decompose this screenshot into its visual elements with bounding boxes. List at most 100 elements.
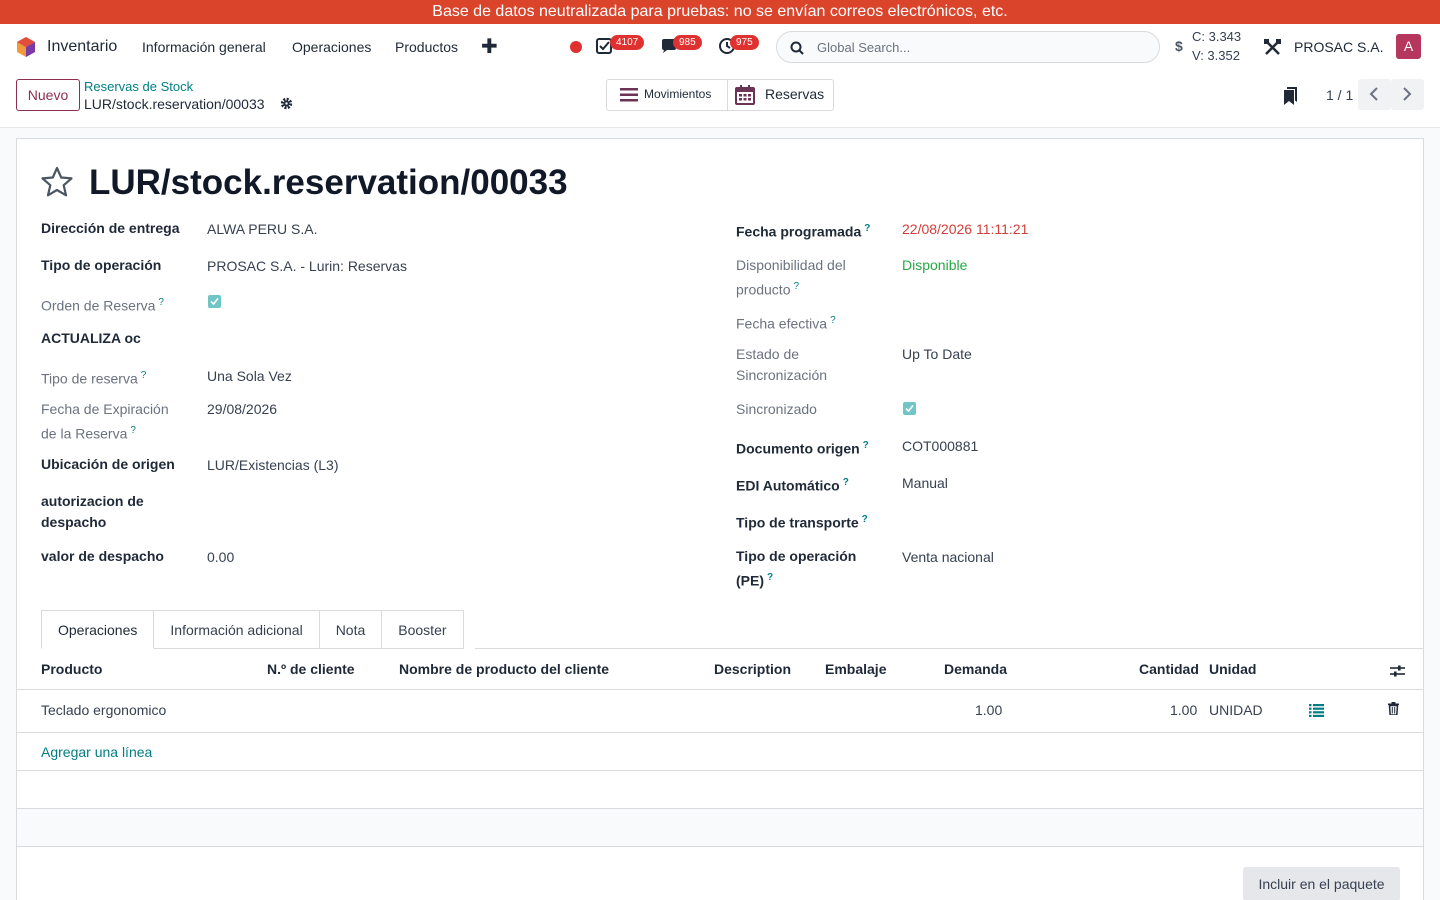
table-header-divider [17, 689, 1423, 690]
row-unit[interactable]: UNIDAD [1209, 702, 1263, 718]
value-direccion-entrega[interactable]: ALWA PERU S.A. [207, 219, 317, 240]
timer-count-badge: 975 [730, 35, 759, 50]
col-n-cliente[interactable]: N.º de cliente [267, 661, 355, 677]
breadcrumb-parent-link[interactable]: Reservas de Stock [84, 79, 193, 94]
help-tooltip-icon[interactable]: ? [830, 315, 836, 326]
row-divider [17, 732, 1423, 733]
add-line-link[interactable]: Agregar una línea [41, 744, 152, 760]
empty-table-row [17, 809, 1423, 847]
search-icon [790, 41, 804, 55]
help-tooltip-icon[interactable]: ? [141, 370, 147, 381]
help-tooltip-icon[interactable]: ? [158, 297, 164, 308]
label-tipo-reserva: Tipo de reserva? [41, 370, 147, 387]
tab-nota[interactable]: Nota [319, 610, 383, 649]
menu-operaciones[interactable]: Operaciones [292, 39, 371, 55]
col-nombre-producto-cliente[interactable]: Nombre de producto del cliente [399, 661, 609, 677]
movimientos-smart-button[interactable]: Movimientos [607, 80, 727, 110]
value-ubicacion-origen[interactable]: LUR/Existencias (L3) [207, 455, 339, 476]
delete-trash-icon[interactable] [1388, 702, 1399, 715]
label-actualiza-oc: ACTUALIZA oc [41, 330, 141, 346]
quick-create-plus-icon[interactable]: ✚ [481, 34, 498, 59]
label-estado-sincronizacion: Estado de Sincronización [736, 346, 828, 383]
value-tipo-reserva[interactable]: Una Sola Vez [207, 366, 292, 387]
sincronizado-checkbox[interactable] [903, 402, 916, 415]
value-valor-despacho[interactable]: 0.00 [207, 547, 234, 568]
help-tooltip-icon[interactable]: ? [843, 477, 849, 488]
col-demanda[interactable]: Demanda [944, 661, 1007, 677]
dollar-icon: $ [1175, 38, 1183, 54]
calendar-icon [735, 85, 755, 105]
test-database-banner: Base de datos neutralizada para pruebas:… [0, 0, 1440, 24]
label-valor-despacho: valor de despacho [41, 548, 164, 564]
pager-previous-button[interactable] [1358, 79, 1391, 110]
menu-informacion-general[interactable]: Información general [142, 39, 266, 55]
label-direccion-entrega: Dirección de entrega [41, 220, 180, 236]
value-edi-automatico[interactable]: Manual [902, 473, 948, 494]
debug-tools-icon[interactable] [1264, 39, 1281, 56]
reservas-label: Reservas [765, 86, 825, 102]
value-disponibilidad-producto: Disponible [902, 257, 968, 273]
help-tooltip-icon[interactable]: ? [130, 425, 136, 436]
row-product[interactable]: Teclado ergonomico [41, 702, 166, 718]
label-sincronizado: Sincronizado [736, 401, 817, 417]
help-tooltip-icon[interactable]: ? [864, 223, 870, 234]
tab-booster[interactable]: Booster [382, 610, 464, 649]
record-title[interactable]: LUR/stock.reservation/00033 [89, 163, 568, 203]
tabs-divider [475, 648, 1423, 649]
row-demand[interactable]: 1.00 [975, 702, 1002, 718]
label-orden-reserva: Orden de Reserva? [41, 297, 164, 314]
global-search-input[interactable] [817, 38, 1137, 56]
orden-reserva-checkbox[interactable] [208, 295, 221, 308]
label-fecha-efectiva: Fecha efectiva? [736, 315, 836, 332]
movimientos-label: Movimientos [644, 87, 712, 101]
exchange-rate-sell: V: 3.352 [1192, 48, 1240, 63]
optional-columns-sliders-icon[interactable] [1390, 664, 1405, 678]
new-record-button[interactable]: Nuevo [16, 79, 80, 111]
top-navbar: Inventario Información general Operacion… [0, 24, 1440, 70]
col-cantidad[interactable]: Cantidad [1139, 661, 1199, 677]
pager-value[interactable]: 1 / 1 [1326, 87, 1353, 103]
value-tipo-operacion[interactable]: PROSAC S.A. - Lurin: Reservas [207, 256, 407, 277]
value-fecha-programada[interactable]: 22/08/2026 11:11:21 [902, 219, 1028, 240]
value-fecha-expiracion[interactable]: 29/08/2026 [207, 399, 277, 420]
col-description[interactable]: Description [714, 661, 791, 677]
help-tooltip-icon[interactable]: ? [863, 440, 869, 451]
detailed-operations-list-icon[interactable] [1309, 704, 1324, 717]
help-tooltip-icon[interactable]: ? [767, 572, 773, 583]
form-tabs: Operaciones Información adicional Nota B… [41, 610, 464, 649]
col-unidad[interactable]: Unidad [1209, 661, 1256, 677]
label-tipo-operacion: Tipo de operación [41, 257, 162, 273]
help-tooltip-icon[interactable]: ? [793, 281, 799, 292]
include-in-package-button[interactable]: Incluir en el paquete [1243, 867, 1400, 900]
gear-icon[interactable] [280, 97, 293, 110]
activities-count-badge: 4107 [610, 35, 645, 50]
messages-count-badge: 985 [673, 35, 702, 50]
odoo-app-logo-icon[interactable] [16, 36, 36, 58]
empty-table-row [17, 771, 1423, 809]
col-producto[interactable]: Producto [41, 661, 102, 677]
value-tipo-operacion-pe[interactable]: Venta nacional [902, 547, 994, 568]
label-tipo-operacion-pe: Tipo de operación (PE)? [736, 548, 857, 589]
label-disponibilidad-producto: Disponibilidad del producto? [736, 257, 846, 298]
col-embalaje[interactable]: Embalaje [825, 661, 886, 677]
label-fecha-expiracion: Fecha de Expiración de la Reserva? [41, 401, 169, 442]
chevron-left-icon [1369, 87, 1378, 101]
tab-operaciones[interactable]: Operaciones [41, 610, 155, 649]
control-panel: Nuevo Reservas de Stock LUR/stock.reserv… [0, 70, 1440, 128]
value-documento-origen[interactable]: COT000881 [902, 436, 978, 457]
bookmark-icon[interactable] [1284, 87, 1297, 105]
row-divider [17, 846, 1423, 847]
app-name[interactable]: Inventario [47, 38, 117, 56]
list-bars-icon [620, 88, 638, 102]
tab-informacion-adicional[interactable]: Información adicional [154, 610, 320, 649]
menu-productos[interactable]: Productos [395, 39, 458, 55]
pager-next-button[interactable] [1391, 79, 1424, 110]
user-avatar[interactable]: A [1396, 34, 1421, 59]
row-quantity[interactable]: 1.00 [1170, 702, 1197, 718]
favorite-star-icon[interactable] [41, 166, 73, 198]
help-tooltip-icon[interactable]: ? [862, 514, 868, 525]
reservas-smart-button[interactable]: Reservas [728, 80, 834, 110]
recording-dot-icon[interactable] [570, 41, 582, 53]
exchange-rate-buy: C: 3.343 [1192, 29, 1242, 44]
company-switcher[interactable]: PROSAC S.A. [1294, 39, 1383, 55]
